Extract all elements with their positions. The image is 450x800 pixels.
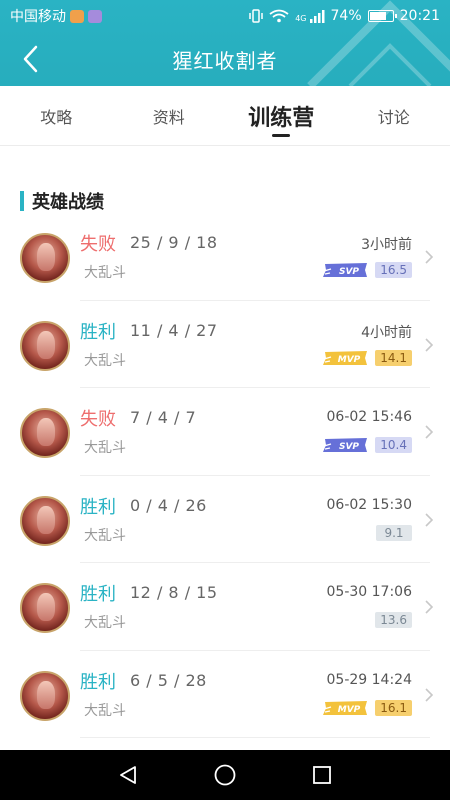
wifi-icon [269, 9, 289, 23]
performance-score: 9.1 [376, 524, 412, 541]
battery-percent: 74% [330, 8, 362, 24]
section-title: 英雄战绩 [32, 192, 104, 213]
kda-stats: 25 / 9 / 18 [130, 233, 218, 252]
kda-stats: 12 / 8 / 15 [130, 583, 218, 602]
hero-avatar [20, 670, 70, 721]
tab-label: 资料 [152, 107, 185, 127]
page-title: 猩红收割者 [172, 48, 278, 73]
hero-avatar [20, 408, 70, 458]
nav-recents-button[interactable] [307, 760, 337, 790]
tab-0[interactable]: 攻略 [0, 86, 113, 145]
match-result: 失败 [80, 409, 116, 430]
kda-stats: 0 / 4 / 26 [130, 495, 207, 515]
chevron-right-icon [425, 687, 434, 702]
match-time: 4小时前 [361, 324, 412, 341]
mvp-medal-icon: MVP [323, 350, 368, 365]
network-type: 4G [295, 14, 307, 23]
tab-label: 训练营 [248, 105, 315, 131]
section-header: 英雄战绩 [20, 190, 104, 213]
svg-text:SVP: SVP [339, 267, 359, 277]
chevron-right-icon [425, 600, 434, 614]
match-time: 06-02 15:30 [326, 496, 412, 513]
hero-avatar [20, 583, 70, 633]
kda-stats: 6 / 5 / 28 [130, 670, 207, 690]
match-badges: MVP 14.1 [321, 349, 412, 366]
carrier-name: 中国移动 [10, 9, 66, 25]
match-record-row[interactable]: 胜利 0 / 4 / 26 大乱斗 06-02 15:30 9.1 [0, 476, 450, 564]
chevron-left-icon [23, 45, 38, 73]
match-time: 05-29 14:24 [326, 671, 412, 688]
nav-back-button[interactable] [113, 760, 143, 790]
match-record-list: 失败 25 / 9 / 18 大乱斗 3小时前 SVP 16.5 胜利 11 / … [0, 213, 450, 738]
battery-icon [367, 10, 397, 22]
match-record-row[interactable]: 失败 25 / 9 / 18 大乱斗 3小时前 SVP 16.5 [0, 213, 450, 301]
back-triangle-icon [120, 766, 137, 784]
chevron-right-icon [425, 337, 434, 352]
match-time: 3小时前 [361, 237, 412, 253]
nav-home-button[interactable] [210, 760, 240, 790]
performance-score: 16.5 [375, 262, 412, 278]
match-time: 06-02 15:46 [326, 409, 412, 425]
svp-medal-icon: SVP [323, 438, 368, 452]
tab-3[interactable]: 讨论 [338, 86, 450, 145]
game-mode: 大乱斗 [84, 265, 126, 281]
performance-score: 14.1 [375, 349, 412, 366]
match-record-row[interactable]: 失败 7 / 4 / 7 大乱斗 06-02 15:46 SVP 10.4 [0, 388, 450, 476]
notification-gallery-icon [88, 9, 102, 23]
hero-avatar [20, 320, 70, 371]
match-record-row[interactable]: 胜利 11 / 4 / 27 大乱斗 4小时前 MVP 14.1 [0, 301, 450, 389]
match-badges: SVP 10.4 [321, 437, 412, 453]
match-result: 胜利 [80, 496, 116, 518]
match-time: 05-30 17:06 [326, 584, 412, 600]
hero-avatar [20, 233, 70, 283]
svg-text:MVP: MVP [338, 355, 361, 365]
status-bar: 中国移动 4G 74% 20:21 [0, 0, 450, 32]
match-badges: MVP 16.1 [321, 699, 412, 716]
notification-app-icon [70, 9, 84, 23]
match-badges: SVP 16.5 [321, 262, 412, 278]
chevron-right-icon [425, 250, 434, 264]
svg-text:MVP: MVP [338, 705, 361, 715]
match-result: 胜利 [80, 671, 116, 693]
match-record-row[interactable]: 胜利 6 / 5 / 28 大乱斗 05-29 14:24 MVP 16.1 [0, 651, 450, 739]
mvp-medal-icon: MVP [323, 700, 368, 715]
tab-1[interactable]: 资料 [113, 86, 226, 145]
svp-medal-icon: SVP [323, 263, 368, 277]
svg-text:SVP: SVP [339, 442, 359, 452]
back-button[interactable] [12, 40, 48, 78]
match-result: 胜利 [80, 584, 116, 605]
tab-active-indicator [272, 134, 291, 137]
clock: 20:21 [399, 8, 440, 24]
recents-square-icon [312, 766, 331, 784]
tab-bar: 攻略 资料 训练营 讨论 [0, 86, 450, 146]
performance-score: 10.4 [375, 437, 412, 453]
game-mode: 大乱斗 [84, 352, 126, 369]
tab-2[interactable]: 训练营 [225, 86, 338, 145]
game-mode: 大乱斗 [84, 615, 126, 631]
match-badges: 9.1 [376, 524, 412, 541]
chevron-right-icon [425, 425, 434, 439]
game-mode: 大乱斗 [84, 440, 126, 456]
system-nav-bar [0, 750, 450, 800]
signal-icon [309, 10, 325, 23]
chevron-right-icon [425, 512, 434, 527]
match-record-row[interactable]: 胜利 12 / 8 / 15 大乱斗 05-30 17:06 13.6 [0, 563, 450, 651]
home-circle-icon [214, 764, 236, 786]
section-accent-bar [20, 191, 24, 211]
vibrate-icon [249, 9, 263, 23]
match-badges: 13.6 [375, 612, 412, 628]
hero-avatar [20, 495, 70, 546]
kda-stats: 7 / 4 / 7 [130, 408, 197, 427]
game-mode: 大乱斗 [84, 702, 126, 719]
performance-score: 16.1 [375, 699, 412, 716]
match-result: 失败 [80, 234, 116, 255]
game-mode: 大乱斗 [84, 527, 126, 544]
match-result: 胜利 [80, 321, 116, 343]
performance-score: 13.6 [375, 612, 412, 628]
tab-label: 攻略 [40, 107, 73, 127]
title-bar: 猩红收割者 [0, 32, 450, 86]
kda-stats: 11 / 4 / 27 [130, 320, 218, 340]
app-header: 中国移动 4G 74% 20:21 猩红收割者 [0, 0, 450, 86]
tab-label: 讨论 [377, 107, 410, 127]
